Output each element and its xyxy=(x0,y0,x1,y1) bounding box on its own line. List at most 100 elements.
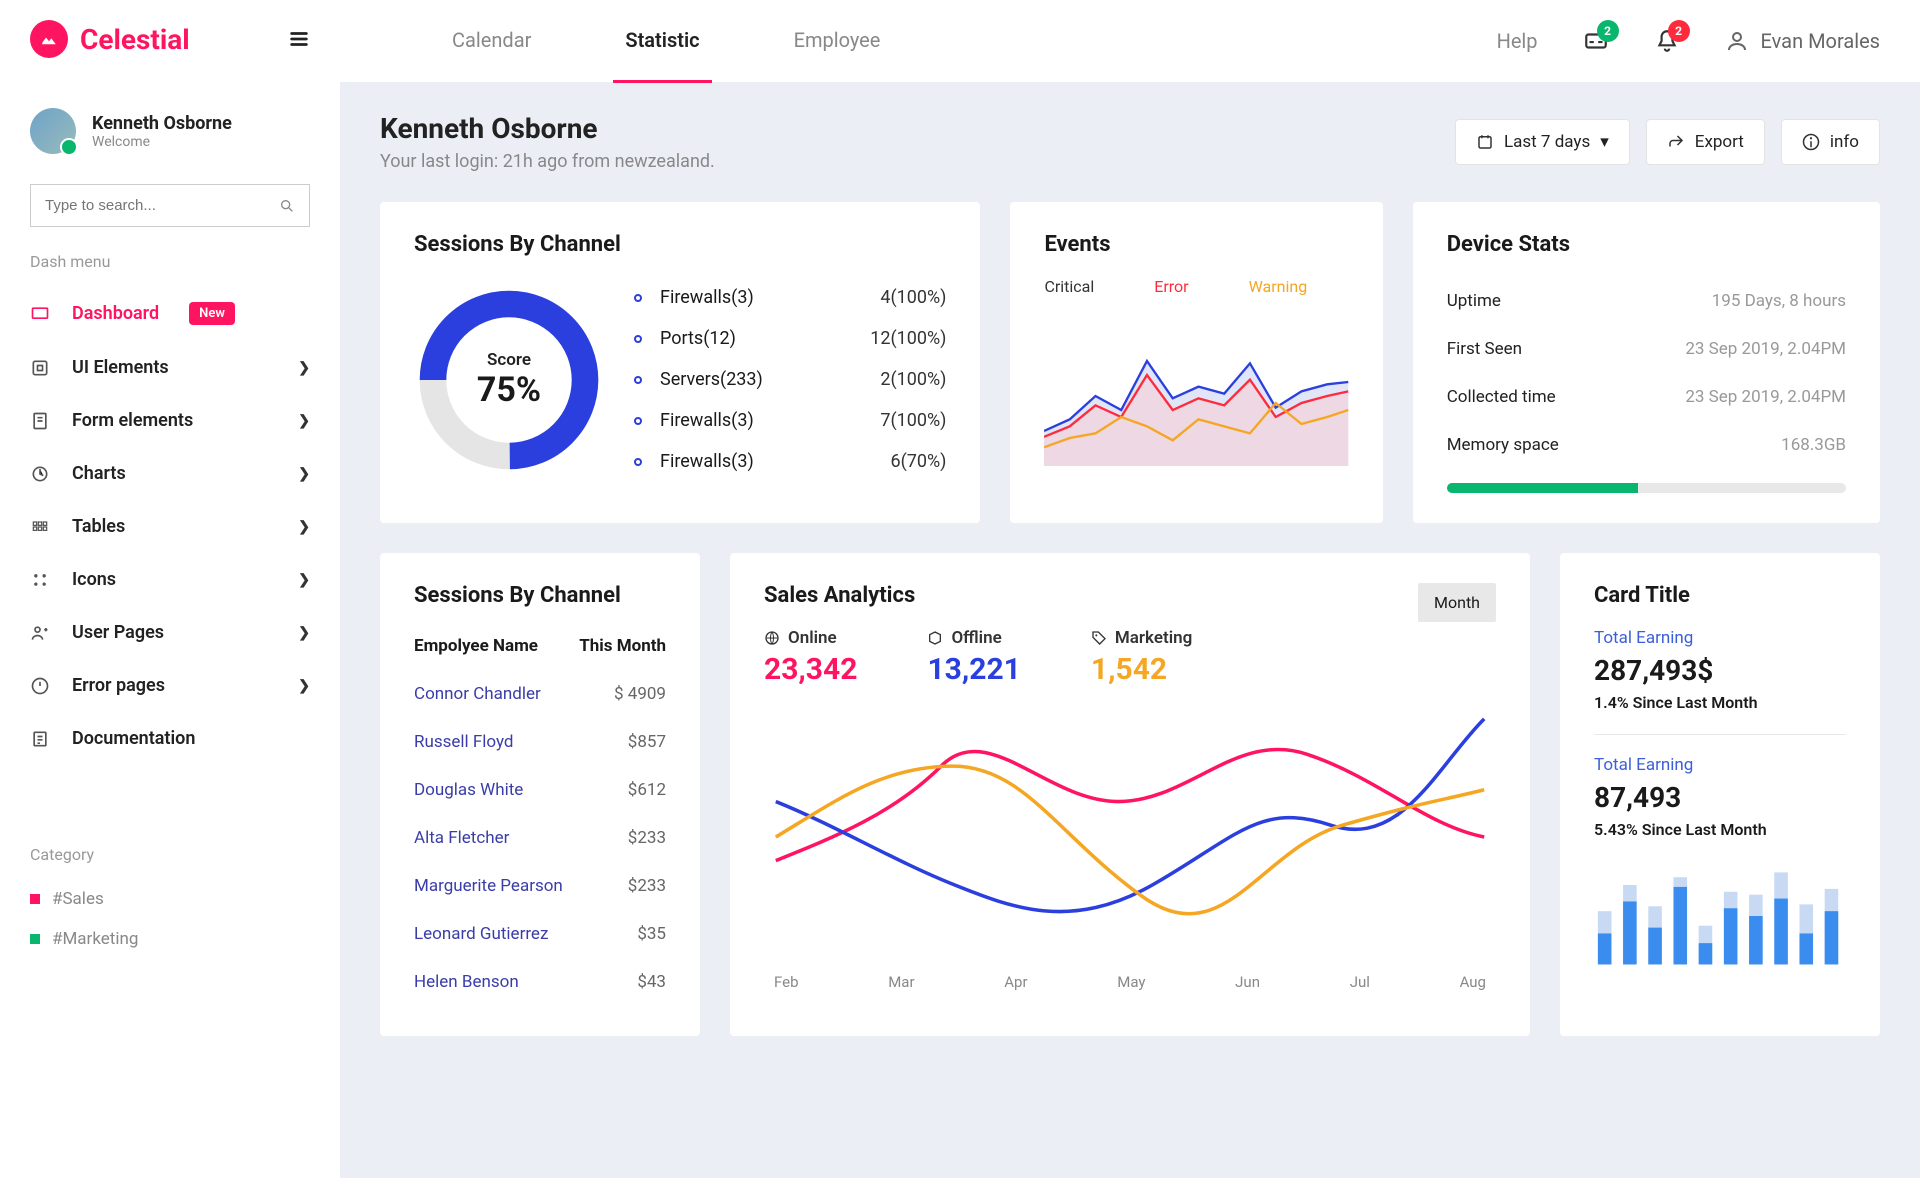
chevron-right-icon: ❯ xyxy=(298,572,310,588)
earning2-label: Total Earning xyxy=(1594,755,1846,775)
employee-row: Douglas White$612 xyxy=(414,766,666,814)
device-title: Device Stats xyxy=(1447,232,1846,257)
new-badge: New xyxy=(189,302,235,325)
user-menu[interactable]: Evan Morales xyxy=(1725,29,1880,53)
emp-header-month: This Month xyxy=(579,636,666,656)
employee-link[interactable]: Alta Fletcher xyxy=(414,828,628,848)
sidebar-item-documentation[interactable]: Documentation xyxy=(30,712,310,765)
score-label: Score xyxy=(487,350,531,370)
channel-row: Firewalls(3)6(70%) xyxy=(634,441,946,482)
page-title: Kenneth Osborne xyxy=(380,112,715,145)
employee-link[interactable]: Helen Benson xyxy=(414,972,637,992)
employee-row: Connor Chandler$ 4909 xyxy=(414,670,666,718)
employee-link[interactable]: Marguerite Pearson xyxy=(414,876,628,896)
logo-row: Celestial xyxy=(30,0,310,78)
employee-row: Leonard Gutierrez$35 xyxy=(414,910,666,958)
search-icon xyxy=(279,198,295,214)
brand-name: Celestial xyxy=(80,23,190,56)
offline-value: 13,221 xyxy=(927,652,1020,687)
menu-icon xyxy=(30,464,52,484)
sidebar-item-error-pages[interactable]: Error pages❯ xyxy=(30,659,310,712)
sidebar: Celestial Kenneth Osborne Welcome Dash m… xyxy=(0,0,340,1178)
legend-critical: Critical xyxy=(1044,277,1094,296)
channel-row: Servers(233)2(100%) xyxy=(634,359,946,400)
menu-icon xyxy=(30,517,52,537)
month-button[interactable]: Month xyxy=(1418,583,1496,622)
nav-tab-employee[interactable]: Employee xyxy=(782,0,893,83)
search-input[interactable] xyxy=(45,197,279,214)
notifications-badge: 2 xyxy=(1668,20,1690,42)
sales-chart xyxy=(764,707,1496,967)
events-chart xyxy=(1044,326,1348,466)
chevron-right-icon: ❯ xyxy=(298,466,310,482)
search-box[interactable] xyxy=(30,184,310,227)
earning2-sub: 5.43% Since Last Month xyxy=(1594,820,1846,839)
channel-list: Firewalls(3)4(100%)Ports(12)12(100%)Serv… xyxy=(634,277,946,482)
legend-warning: Warning xyxy=(1249,277,1308,296)
sessions-channel-card: Sessions By Channel Score 75% xyxy=(380,202,980,523)
topbar: Calendar Statistic Employee Help 2 2 Evan … xyxy=(340,0,1920,82)
help-link[interactable]: Help xyxy=(1497,29,1538,53)
device-stat-row: First Seen23 Sep 2019, 2.04PM xyxy=(1447,325,1846,373)
globe-icon xyxy=(764,630,780,646)
messages-badge: 2 xyxy=(1597,20,1619,42)
sidebar-item-dashboard[interactable]: DashboardNew xyxy=(30,286,310,341)
employee-link[interactable]: Connor Chandler xyxy=(414,684,614,704)
tag-icon xyxy=(1091,630,1107,646)
export-button[interactable]: Export xyxy=(1646,119,1765,165)
employee-row: Alta Fletcher$233 xyxy=(414,814,666,862)
page-header: Kenneth Osborne Your last login: 21h ago… xyxy=(380,112,1880,172)
menu-icon xyxy=(30,729,52,749)
earnings-bars xyxy=(1594,861,1846,971)
profile-name: Kenneth Osborne xyxy=(92,113,232,134)
page-subtitle: Your last login: 21h ago from newzealand… xyxy=(380,151,715,172)
earning2-value: 87,493 xyxy=(1594,781,1846,814)
sidebar-item-tables[interactable]: Tables❯ xyxy=(30,500,310,553)
device-stat-row: Memory space168.3GB xyxy=(1447,421,1846,469)
profile-avatar[interactable] xyxy=(30,108,76,154)
channel-row: Firewalls(3)4(100%) xyxy=(634,277,946,318)
score-value: 75% xyxy=(477,370,541,410)
chevron-right-icon: ❯ xyxy=(298,413,310,429)
sales-x-axis: FebMarAprMayJunJulAug xyxy=(764,973,1496,991)
caret-down-icon: ▾ xyxy=(1600,132,1609,152)
employee-sessions-card: Sessions By Channel Empolyee Name This M… xyxy=(380,553,700,1036)
top-user-name: Evan Morales xyxy=(1761,29,1880,53)
device-stat-row: Collected time23 Sep 2019, 2.04PM xyxy=(1447,373,1846,421)
nav-tab-calendar[interactable]: Calendar xyxy=(440,0,543,83)
device-stats-card: Device Stats Uptime195 Days, 8 hoursFirs… xyxy=(1413,202,1880,523)
chevron-right-icon: ❯ xyxy=(298,678,310,694)
menu-icon xyxy=(30,676,52,696)
messages-button[interactable]: 2 xyxy=(1583,28,1609,54)
calendar-icon xyxy=(1476,133,1494,151)
sidebar-item-form-elements[interactable]: Form elements❯ xyxy=(30,394,310,447)
ct-title: Card Title xyxy=(1594,583,1846,608)
sidebar-item-icons[interactable]: Icons❯ xyxy=(30,553,310,606)
nav-tab-statistic[interactable]: Statistic xyxy=(613,0,711,83)
memory-progress xyxy=(1447,483,1846,493)
sidebar-item-ui-elements[interactable]: UI Elements❯ xyxy=(30,341,310,394)
info-button[interactable]: info xyxy=(1781,119,1880,165)
events-card: Events Critical Error Warning xyxy=(1010,202,1382,523)
hamburger-icon[interactable] xyxy=(288,28,310,50)
user-icon xyxy=(1725,29,1749,53)
logo-icon xyxy=(30,20,68,58)
employee-link[interactable]: Russell Floyd xyxy=(414,732,628,752)
sidebar-item-user-pages[interactable]: User Pages❯ xyxy=(30,606,310,659)
employee-link[interactable]: Leonard Gutierrez xyxy=(414,924,637,944)
emp-card-title: Sessions By Channel xyxy=(414,583,666,608)
employee-row: Russell Floyd$857 xyxy=(414,718,666,766)
menu-icon xyxy=(30,411,52,431)
menu-icon xyxy=(30,358,52,378)
main: Calendar Statistic Employee Help 2 2 Evan … xyxy=(340,0,1920,1178)
earning1-value: 287,493$ xyxy=(1594,654,1846,687)
category-item[interactable]: #Marketing xyxy=(30,919,310,959)
menu-heading: Dash menu xyxy=(30,252,310,271)
category-item[interactable]: #Sales xyxy=(30,879,310,919)
events-title: Events xyxy=(1044,232,1348,257)
employee-row: Marguerite Pearson$233 xyxy=(414,862,666,910)
date-range-button[interactable]: Last 7 days ▾ xyxy=(1455,119,1630,165)
employee-link[interactable]: Douglas White xyxy=(414,780,628,800)
notifications-button[interactable]: 2 xyxy=(1654,28,1680,54)
sidebar-item-charts[interactable]: Charts❯ xyxy=(30,447,310,500)
